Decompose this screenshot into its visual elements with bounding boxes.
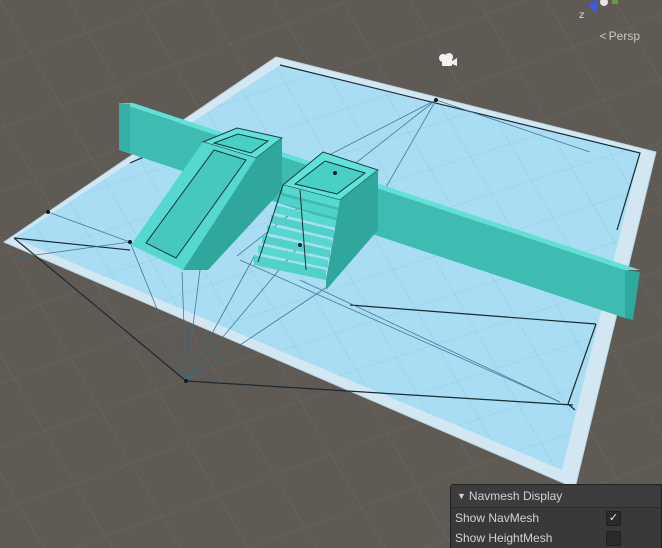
- projection-label: Persp: [608, 29, 640, 43]
- collapse-triangle-icon[interactable]: ▼: [457, 491, 466, 501]
- option-label: Show HeightMesh: [455, 531, 553, 545]
- option-show-navmesh[interactable]: Show NavMesh ✓: [451, 508, 661, 528]
- scene-viewport[interactable]: z < Persp ▼ Navmesh Display Show NavMesh ✓…: [0, 0, 662, 548]
- scene-render: [0, 0, 662, 548]
- option-label: Show NavMesh: [455, 511, 540, 525]
- checkmark-icon: ✓: [608, 512, 619, 524]
- option-show-heightmesh[interactable]: Show HeightMesh: [451, 528, 661, 548]
- gizmo-axis-label: z: [579, 10, 584, 21]
- projection-arrow-icon: <: [599, 29, 607, 43]
- camera-icon[interactable]: [438, 52, 458, 68]
- projection-toggle[interactable]: < Persp: [600, 29, 640, 43]
- navmesh-panel-header[interactable]: ▼ Navmesh Display: [451, 485, 661, 508]
- wall-shade: [119, 103, 130, 152]
- show-heightmesh-checkbox[interactable]: [606, 531, 621, 546]
- show-navmesh-checkbox[interactable]: ✓: [606, 511, 621, 526]
- navmesh-display-panel: ▼ Navmesh Display Show NavMesh ✓ Show Hei…: [450, 484, 662, 548]
- navmesh-panel-title: Navmesh Display: [468, 489, 563, 503]
